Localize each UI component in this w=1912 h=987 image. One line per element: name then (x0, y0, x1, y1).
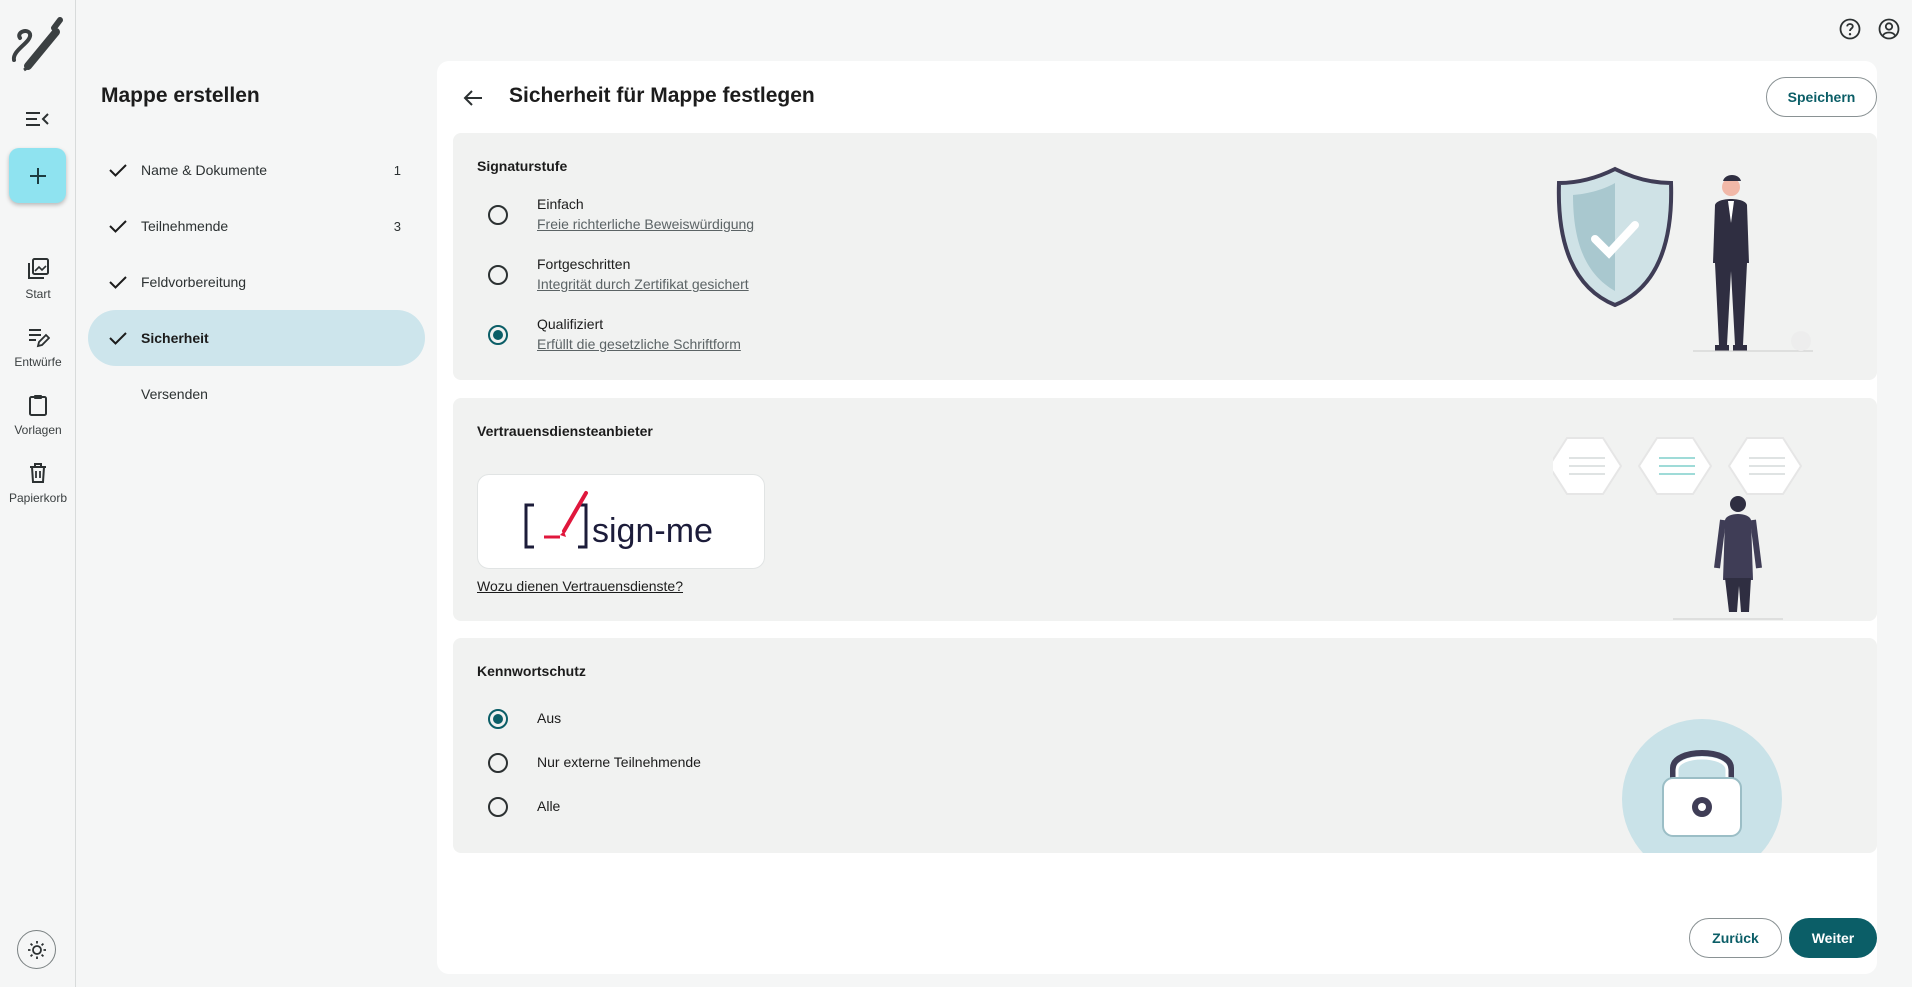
create-new-button[interactable] (9, 148, 66, 203)
security-shield-illustration (1556, 166, 1813, 352)
step-label: Versenden (141, 386, 208, 402)
option-advanced-label[interactable]: Fortgeschritten (537, 256, 630, 272)
back-button[interactable]: Zurück (1689, 918, 1782, 958)
step-count: 1 (393, 162, 401, 178)
step-field-preparation[interactable]: Feldvorbereitung (88, 254, 425, 310)
trust-service-section: Vertrauensdiensteanbieter sign-me Wozu d… (453, 398, 1877, 621)
account-icon[interactable] (1877, 17, 1901, 41)
stepper-title: Mappe erstellen (101, 84, 260, 107)
option-advanced-link[interactable]: Integrität durch Zertifikat gesichert (537, 276, 749, 292)
help-icon[interactable] (1838, 17, 1862, 41)
sun-icon (27, 940, 46, 959)
navigation-rail: Start Entwürfe Vorlagen Papierkorb (0, 0, 76, 987)
arrow-back-icon[interactable] (460, 84, 488, 112)
option-qualified-label[interactable]: Qualifiziert (537, 316, 603, 332)
save-button[interactable]: Speichern (1766, 77, 1877, 117)
radio-simple[interactable] (488, 205, 508, 225)
rail-item-start[interactable]: Start (0, 255, 76, 315)
edit-note-icon (29, 329, 50, 348)
step-name-documents[interactable]: Name & Dokumente 1 (88, 142, 425, 198)
section-title: Kennwortschutz (477, 663, 586, 679)
collapse-menu-icon[interactable] (24, 108, 52, 130)
check-icon (109, 276, 127, 289)
rail-item-label: Vorlagen (14, 423, 62, 437)
step-label: Sicherheit (141, 330, 209, 346)
step-participants[interactable]: Teilnehmende 3 (88, 198, 425, 254)
lock-illustration (1622, 719, 1782, 853)
section-title: Vertrauensdiensteanbieter (477, 423, 653, 439)
option-qualified-link[interactable]: Erfüllt die gesetzliche Schriftform (537, 336, 741, 352)
page-title: Sicherheit für Mappe festlegen (509, 84, 815, 107)
signature-level-section: Signaturstufe Einfach Freie richterliche… (453, 133, 1877, 380)
trust-service-help-link[interactable]: Wozu dienen Vertrauensdienste? (477, 578, 683, 594)
step-security[interactable]: Sicherheit (88, 310, 425, 366)
radio-advanced[interactable] (488, 265, 508, 285)
step-label: Feldvorbereitung (141, 274, 247, 290)
step-count: 3 (393, 218, 401, 234)
library-icon (28, 258, 49, 279)
radio-password-all[interactable] (488, 797, 508, 817)
app-logo-icon[interactable] (8, 14, 68, 74)
radio-password-external[interactable] (488, 753, 508, 773)
option-simple-link[interactable]: Freie richterliche Beweiswürdigung (537, 216, 754, 232)
step-label: Name & Dokumente (141, 162, 268, 178)
radio-qualified[interactable] (488, 325, 508, 345)
radio-password-off[interactable] (488, 709, 508, 729)
step-send[interactable]: Versenden (88, 366, 425, 422)
trash-icon (30, 463, 46, 483)
step-label: Teilnehmende (141, 218, 229, 234)
provider-sign-me-card[interactable]: sign-me (477, 474, 765, 569)
option-password-external-label[interactable]: Nur externe Teilnehmende (537, 754, 701, 770)
rail-item-label: Entwürfe (14, 355, 62, 369)
option-password-off-label[interactable]: Aus (537, 710, 561, 726)
rail-item-drafts[interactable]: Entwürfe (0, 323, 76, 383)
next-button[interactable]: Weiter (1789, 918, 1877, 958)
provider-name: sign-me (592, 512, 713, 550)
clipboard-icon (29, 395, 47, 416)
plus-icon (29, 167, 46, 184)
check-icon (109, 164, 127, 177)
rail-item-templates[interactable]: Vorlagen (0, 391, 76, 451)
check-icon (109, 220, 127, 233)
rail-item-trash[interactable]: Papierkorb (0, 459, 76, 519)
password-protection-section: Kennwortschutz Aus Nur externe Teilnehme… (453, 638, 1877, 853)
option-password-all-label[interactable]: Alle (537, 798, 560, 814)
trust-service-illustration (1553, 437, 1803, 620)
theme-toggle-button[interactable] (17, 930, 56, 969)
section-title: Signaturstufe (477, 158, 568, 174)
check-icon (109, 332, 127, 345)
sign-me-logo-icon: sign-me (524, 491, 713, 550)
option-simple-label[interactable]: Einfach (537, 196, 584, 212)
rail-item-label: Start (25, 287, 51, 301)
rail-item-label: Papierkorb (8, 491, 68, 505)
